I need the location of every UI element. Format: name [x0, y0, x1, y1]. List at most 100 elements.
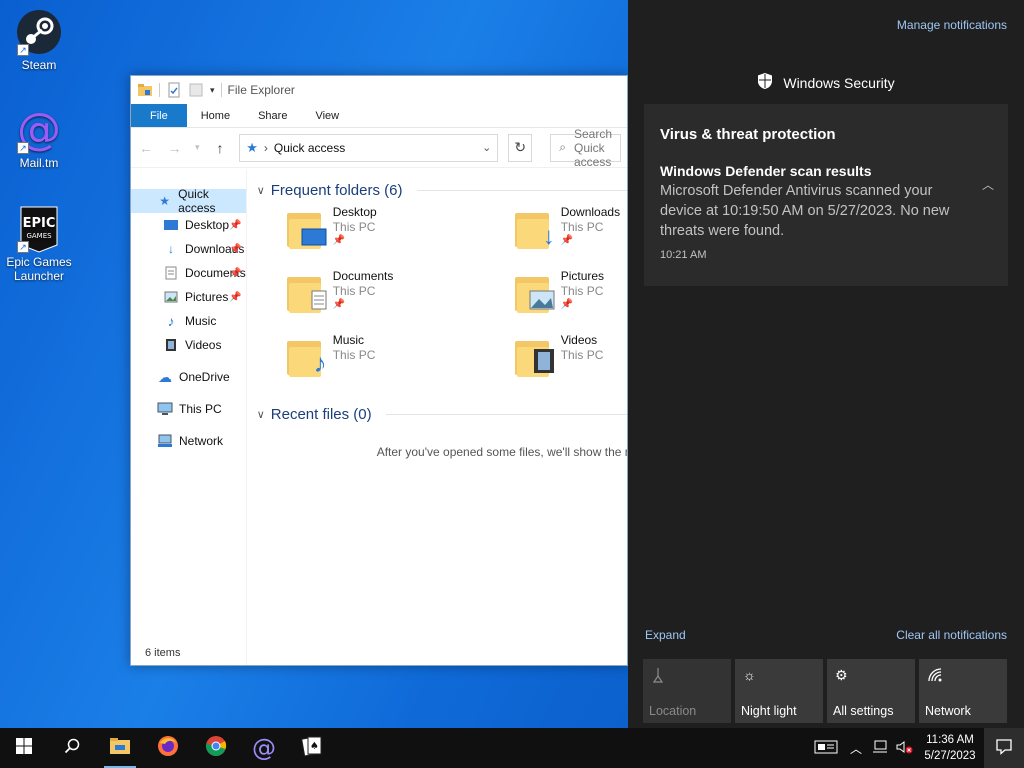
- chevron-up-icon[interactable]: ︿: [844, 740, 868, 757]
- desktop-icon-steam[interactable]: ↗ Steam: [1, 8, 77, 72]
- folder-item-videos[interactable]: Videos This PC: [514, 333, 627, 385]
- sidebar-item-music[interactable]: ♪ Music: [131, 309, 246, 333]
- chrome-icon: [205, 735, 227, 762]
- gear-icon: ⚙: [835, 667, 848, 683]
- system-clock[interactable]: 11:36 AM 5/27/2023: [916, 732, 984, 764]
- navigation-bar: ← → ▾ ↑ ★ › Quick access ⌄ ↻ ⌕ Search Qu…: [131, 127, 627, 169]
- manage-notifications-link[interactable]: Manage notifications: [897, 18, 1007, 32]
- frequent-folders-header[interactable]: ∨ Frequent folders (6): [256, 179, 627, 201]
- tab-home[interactable]: Home: [187, 104, 244, 127]
- quick-action-all-settings[interactable]: ⚙ All settings: [827, 659, 915, 723]
- sidebar-item-pictures[interactable]: Pictures 📌: [131, 285, 246, 309]
- properties-icon[interactable]: [166, 82, 182, 98]
- computer-icon: [157, 401, 173, 417]
- recent-files-header[interactable]: ∨ Recent files (0): [257, 403, 627, 425]
- clear-all-notifications-link[interactable]: Clear all notifications: [896, 628, 1007, 642]
- search-button[interactable]: [48, 728, 96, 768]
- address-text: Quick access: [273, 140, 346, 155]
- folder-item-downloads[interactable]: ↓ Downloads This PC 📌: [514, 205, 627, 257]
- network-status-icon[interactable]: [868, 740, 892, 757]
- folder-icon: ↓: [514, 209, 555, 253]
- notification-body: Microsoft Defender Antivirus scanned you…: [660, 183, 950, 239]
- expand-link[interactable]: Expand: [645, 628, 686, 642]
- action-center-button[interactable]: [984, 728, 1024, 768]
- svg-text:GAMES: GAMES: [26, 232, 52, 240]
- shortcut-arrow-icon: ↗: [17, 44, 29, 56]
- refresh-button[interactable]: ↻: [508, 133, 533, 162]
- pin-icon: 📌: [332, 299, 346, 310]
- desktop-icon-label: Steam: [21, 58, 57, 72]
- clock-date: 5/27/2023: [924, 750, 976, 762]
- explorer-body: ★ Quick access Desktop 📌 ↓ Downloads 📌 D…: [131, 169, 627, 665]
- customize-quick-access-icon[interactable]: ▾: [210, 85, 215, 96]
- desktop-icon-mailtm[interactable]: @ ↗ Mail.tm: [1, 104, 77, 170]
- recent-locations-icon[interactable]: ▾: [194, 142, 201, 153]
- notification-title: Windows Defender scan results: [660, 163, 872, 179]
- folder-location: This PC: [332, 348, 376, 362]
- divider: [385, 413, 627, 415]
- taskbar-chrome[interactable]: [192, 728, 240, 768]
- notification-card[interactable]: Virus & threat protection Windows Defend…: [644, 104, 1008, 286]
- document-icon: [163, 265, 179, 281]
- new-folder-icon[interactable]: [188, 82, 204, 98]
- start-button[interactable]: [0, 728, 48, 768]
- volume-muted-icon[interactable]: [892, 740, 916, 757]
- news-widget-icon[interactable]: [808, 740, 844, 757]
- sidebar-item-documents[interactable]: Documents 📌: [131, 261, 246, 285]
- chevron-up-icon[interactable]: ︿: [982, 176, 994, 193]
- steam-icon: ↗: [15, 8, 63, 56]
- back-arrow-icon[interactable]: ←: [137, 140, 155, 156]
- film-icon: [163, 337, 179, 353]
- folder-icon: [109, 737, 131, 760]
- forward-arrow-icon[interactable]: →: [165, 140, 183, 156]
- search-input[interactable]: ⌕ Search Quick access: [550, 127, 622, 169]
- folder-location: This PC: [332, 284, 376, 298]
- document-icon: [311, 290, 327, 315]
- taskbar-firefox[interactable]: [144, 728, 192, 768]
- sidebar-item-label: Music: [185, 314, 217, 328]
- up-arrow-icon[interactable]: ↑: [211, 140, 229, 156]
- sidebar-item-onedrive[interactable]: ☁ OneDrive: [131, 365, 246, 389]
- pin-icon: 📌: [229, 291, 242, 303]
- quick-action-network[interactable]: Network: [919, 659, 1007, 723]
- tab-share[interactable]: Share: [244, 104, 301, 127]
- taskbar-file-explorer[interactable]: [96, 728, 144, 768]
- quick-action-tiles: Location ☼ Night light ⚙ All settings Ne…: [643, 659, 1007, 723]
- desktop-icon-epic-games[interactable]: EPIC GAMES ↗ Epic Games Launcher: [1, 205, 77, 283]
- pin-icon: 📌: [560, 299, 574, 310]
- chevron-down-icon: ∨: [256, 184, 265, 197]
- folder-item-pictures[interactable]: Pictures This PC 📌: [514, 269, 627, 321]
- at-sign-icon: @: [252, 734, 276, 762]
- sidebar-item-network[interactable]: Network: [131, 429, 246, 453]
- download-arrow-icon: ↓: [168, 242, 174, 256]
- sidebar-item-videos[interactable]: Videos: [131, 333, 246, 357]
- quick-action-night-light[interactable]: ☼ Night light: [735, 659, 823, 723]
- tab-view[interactable]: View: [301, 104, 353, 127]
- taskbar-mailtm[interactable]: @: [240, 728, 288, 768]
- taskbar-solitaire[interactable]: ♠: [288, 728, 336, 768]
- sidebar-item-label: Quick access: [178, 187, 216, 215]
- sidebar-item-label: This PC: [179, 402, 222, 416]
- sidebar-item-this-pc[interactable]: This PC: [131, 397, 246, 421]
- desktop-icon-label: Mail.tm: [19, 156, 59, 170]
- folder-item-music[interactable]: ♪ Music This PC: [286, 333, 515, 385]
- sidebar-item-quick-access[interactable]: ★ Quick access: [131, 187, 246, 215]
- folder-item-desktop[interactable]: Desktop This PC 📌: [286, 205, 515, 257]
- file-explorer-window: ▾ File Explorer File Home Share View ← →…: [130, 75, 628, 666]
- quick-action-location[interactable]: Location: [643, 659, 731, 723]
- notification-icon: [996, 738, 1012, 758]
- address-bar[interactable]: ★ › Quick access ⌄: [239, 133, 499, 162]
- sidebar-item-downloads[interactable]: ↓ Downloads 📌: [131, 237, 246, 261]
- chevron-down-icon[interactable]: ⌄: [482, 141, 491, 154]
- tab-file[interactable]: File: [131, 104, 187, 127]
- folder-item-documents[interactable]: Documents This PC 📌: [286, 269, 515, 321]
- pin-icon: 📌: [229, 219, 242, 231]
- pin-icon: 📌: [560, 235, 574, 246]
- sidebar-item-desktop[interactable]: Desktop 📌: [131, 213, 246, 237]
- divider: [416, 189, 627, 191]
- cloud-icon: ☁: [158, 368, 172, 385]
- folder-icon: [514, 337, 554, 381]
- refresh-icon: ↻: [514, 139, 527, 155]
- folder-icon[interactable]: [137, 82, 153, 98]
- folder-name: Downloads: [560, 205, 621, 219]
